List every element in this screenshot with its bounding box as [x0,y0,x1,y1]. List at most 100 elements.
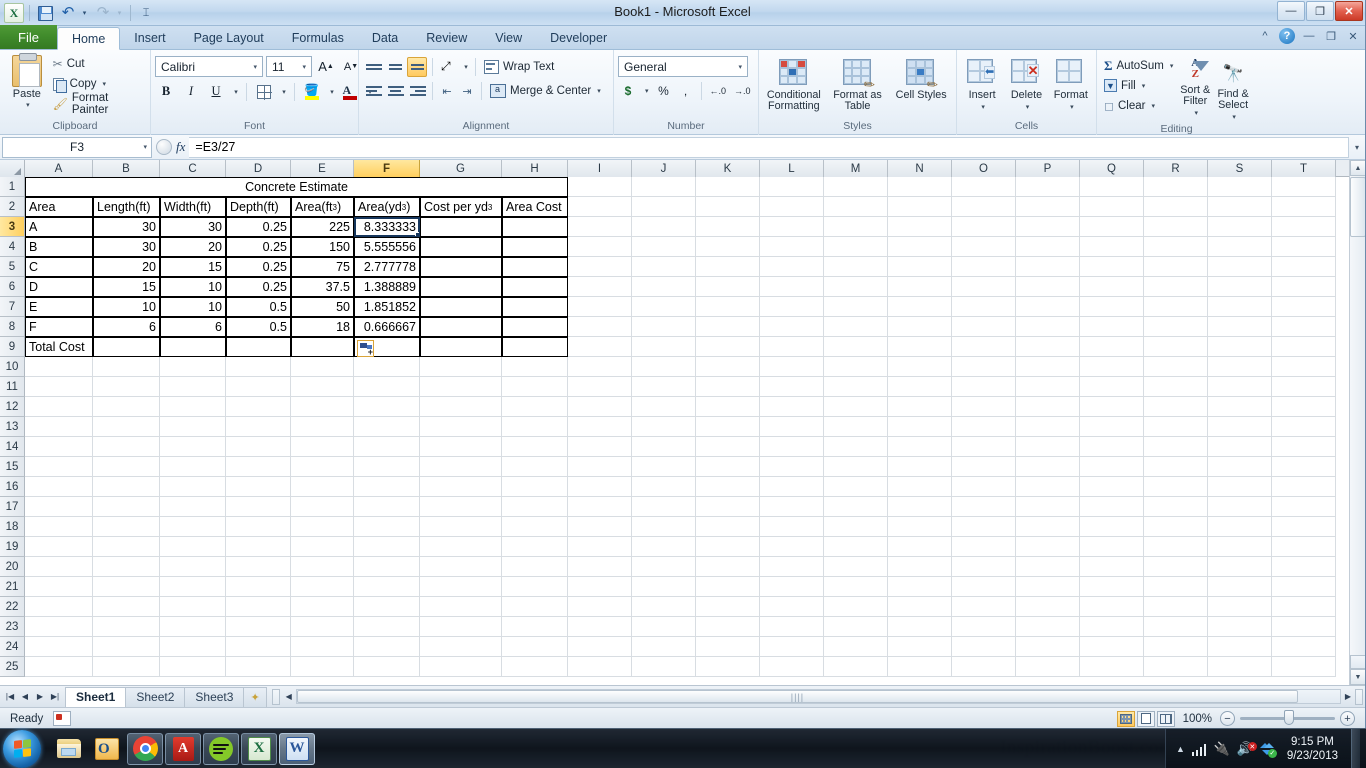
cell-L2[interactable] [760,197,824,217]
cell-E6[interactable]: 37.5 [291,277,354,297]
cell-Q6[interactable] [1080,277,1144,297]
cell-N18[interactable] [888,517,952,537]
cell-N20[interactable] [888,557,952,577]
column-header-e[interactable]: E [291,160,354,177]
cell-S4[interactable] [1208,237,1272,257]
cell-L3[interactable] [760,217,824,237]
cell-G19[interactable] [420,537,502,557]
cell-A20[interactable] [25,557,93,577]
cell-R9[interactable] [1144,337,1208,357]
row-header-7[interactable]: 7 [0,297,25,317]
row-header-24[interactable]: 24 [0,637,25,657]
cell-B14[interactable] [93,437,160,457]
help-icon[interactable]: ? [1279,28,1295,44]
cell-M16[interactable] [824,477,888,497]
network-icon[interactable] [1192,743,1207,756]
sheet-tab-sheet1[interactable]: Sheet1 [65,687,126,707]
cell-C2[interactable]: Width(ft) [160,197,226,217]
format-as-table-button[interactable]: ✎ Format as Table [827,57,889,112]
cell-F17[interactable] [354,497,420,517]
cell-B12[interactable] [93,397,160,417]
cell-D16[interactable] [226,477,291,497]
column-header-m[interactable]: M [824,160,888,177]
cell-C23[interactable] [160,617,226,637]
cell-T25[interactable] [1272,657,1336,677]
row-header-10[interactable]: 10 [0,357,25,377]
cell-J8[interactable] [632,317,696,337]
decrease-indent-button[interactable]: ⇤ [438,82,456,100]
cell-G9[interactable] [420,337,502,357]
cell-P6[interactable] [1016,277,1080,297]
cell-G4[interactable] [420,237,502,257]
show-desktop-button[interactable] [1351,729,1360,768]
cell-L9[interactable] [760,337,824,357]
cell-E13[interactable] [291,417,354,437]
cell-G3[interactable] [420,217,502,237]
cell-Q3[interactable] [1080,217,1144,237]
cell-A24[interactable] [25,637,93,657]
cell-O14[interactable] [952,437,1016,457]
cell-E22[interactable] [291,597,354,617]
cell-C13[interactable] [160,417,226,437]
cell-I10[interactable] [568,357,632,377]
cell-I5[interactable] [568,257,632,277]
row-header-2[interactable]: 2 [0,197,25,217]
column-header-b[interactable]: B [93,160,160,177]
cell-J7[interactable] [632,297,696,317]
cell-B17[interactable] [93,497,160,517]
cell-M11[interactable] [824,377,888,397]
currency-button[interactable]: $ [618,81,638,101]
cell-I12[interactable] [568,397,632,417]
cell-C19[interactable] [160,537,226,557]
row-header-9[interactable]: 9 [0,337,25,357]
cell-R1[interactable] [1144,177,1208,197]
cell-M8[interactable] [824,317,888,337]
cell-C24[interactable] [160,637,226,657]
cell-K7[interactable] [696,297,760,317]
cell-I18[interactable] [568,517,632,537]
cell-Q2[interactable] [1080,197,1144,217]
cell-J4[interactable] [632,237,696,257]
cell-G22[interactable] [420,597,502,617]
cell-F6[interactable]: 1.388889 [354,277,420,297]
cell-Q9[interactable] [1080,337,1144,357]
cell-G23[interactable] [420,617,502,637]
taskbar-word[interactable]: W [279,733,315,765]
cell-L25[interactable] [760,657,824,677]
cell-K2[interactable] [696,197,760,217]
cell-J1[interactable] [632,177,696,197]
cell-T22[interactable] [1272,597,1336,617]
cell-M19[interactable] [824,537,888,557]
cell-J19[interactable] [632,537,696,557]
cell-C3[interactable]: 30 [160,217,226,237]
cell-N24[interactable] [888,637,952,657]
underline-dropdown[interactable]: ▾ [230,81,240,102]
cell-Q14[interactable] [1080,437,1144,457]
cell-T5[interactable] [1272,257,1336,277]
cell-T18[interactable] [1272,517,1336,537]
cell-H9[interactable] [502,337,568,357]
cell-C7[interactable]: 10 [160,297,226,317]
cell-D5[interactable]: 0.25 [226,257,291,277]
cell-L5[interactable] [760,257,824,277]
cell-L22[interactable] [760,597,824,617]
column-header-f[interactable]: F [354,160,420,177]
cell-E17[interactable] [291,497,354,517]
cell-I6[interactable] [568,277,632,297]
cell-Q17[interactable] [1080,497,1144,517]
cell-O13[interactable] [952,417,1016,437]
cell-T3[interactable] [1272,217,1336,237]
cell-Q18[interactable] [1080,517,1144,537]
cell-J21[interactable] [632,577,696,597]
cell-P11[interactable] [1016,377,1080,397]
comma-style-button[interactable]: , [676,81,696,101]
cell-C22[interactable] [160,597,226,617]
cell-S20[interactable] [1208,557,1272,577]
zoom-out-button[interactable]: − [1220,711,1235,726]
cell-H16[interactable] [502,477,568,497]
cell-I9[interactable] [568,337,632,357]
cell-B24[interactable] [93,637,160,657]
cell-I11[interactable] [568,377,632,397]
sheet-tab-sheet3[interactable]: Sheet3 [184,687,244,707]
cell-F15[interactable] [354,457,420,477]
